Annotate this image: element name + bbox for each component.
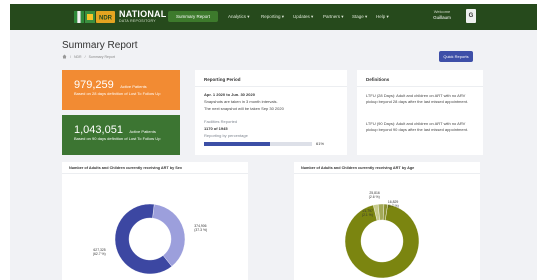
chevron-down-icon: ▾ bbox=[281, 14, 285, 19]
slice-percent-label: (62.7 %) bbox=[93, 252, 106, 256]
slice-percent-label: (2.6 %) bbox=[369, 195, 380, 199]
stat-description: Based on 90 days definition of Lost To F… bbox=[74, 136, 161, 141]
stat-card-ltfu-28: 979,259 Active Patients Based on 28 days… bbox=[62, 70, 180, 110]
top-navbar: NDR NATIONAL DATA REPOSITORY Summary Rep… bbox=[10, 4, 537, 30]
brand-title: NATIONAL bbox=[119, 9, 167, 20]
chevron-down-icon: ▾ bbox=[311, 14, 314, 19]
reporting-progress-bar bbox=[204, 142, 312, 146]
chart-card-age: Number of Adults and Children currently … bbox=[294, 162, 480, 280]
card-title: Reporting Period bbox=[204, 77, 241, 82]
page: NDR NATIONAL DATA REPOSITORY Summary Rep… bbox=[10, 4, 537, 280]
chevron-down-icon: ▾ bbox=[365, 14, 368, 19]
avatar[interactable]: G bbox=[466, 9, 476, 23]
stat-card-ltfu-90: 1,043,051 Active Patients Based on 90 da… bbox=[62, 115, 180, 155]
breadcrumb-sep: / bbox=[84, 54, 86, 59]
nav-reporting[interactable]: Reporting ▾ bbox=[261, 11, 284, 22]
nav-summary-report[interactable]: Summary Report bbox=[168, 11, 218, 22]
breadcrumb-sep: / bbox=[70, 54, 71, 59]
ndr-logo-text: NDR bbox=[99, 16, 113, 22]
nav-analytics-label: Analytics bbox=[228, 14, 247, 19]
stat-label: Active Patients bbox=[120, 84, 147, 89]
user-name: Guillaum bbox=[433, 14, 451, 20]
nav-stage[interactable]: Stage ▾ bbox=[352, 11, 367, 22]
brand[interactable]: NDR NATIONAL DATA REPOSITORY bbox=[74, 9, 166, 25]
next-snapshot: The next snapshot will be taken Sep 30 2… bbox=[204, 106, 284, 111]
divider bbox=[357, 86, 483, 87]
reporting-progress-fill bbox=[204, 142, 270, 146]
breadcrumb-item[interactable]: NDR bbox=[74, 55, 82, 59]
nav-partners-label: Partners bbox=[323, 14, 341, 19]
definitions-card: Definitions LTFU (28 Days): Adult and ch… bbox=[357, 70, 483, 155]
flag-icon bbox=[85, 11, 95, 23]
facilities-value: 1170 of 1945 bbox=[204, 126, 228, 131]
chart-card-sex: Number of Adults and Children currently … bbox=[62, 162, 248, 280]
chevron-down-icon: ▾ bbox=[341, 14, 344, 19]
nav-partners[interactable]: Partners ▾ bbox=[323, 11, 344, 22]
definition-ltfu-28: LTFU (28 Days): Adult and children on AR… bbox=[366, 93, 469, 104]
slice-percent-label: (1.7 %) bbox=[388, 204, 399, 208]
stat-label: Active Patients bbox=[129, 129, 156, 134]
slice-percent-label: (37.3 %) bbox=[194, 228, 207, 232]
chevron-down-icon: ▾ bbox=[386, 14, 389, 19]
nav-updates-label: Updates bbox=[293, 14, 310, 19]
snapshot-note: Snapshots are taken in 3 month intervals… bbox=[204, 99, 278, 104]
user-menu[interactable]: Welcome Guillaum bbox=[424, 9, 460, 20]
card-title: Definitions bbox=[366, 77, 390, 82]
nav-reporting-label: Reporting bbox=[261, 14, 281, 19]
stat-number: 1,043,051 bbox=[74, 124, 123, 136]
reporting-bar-label: Reporting by percentage bbox=[204, 133, 248, 138]
nav-analytics[interactable]: Analytics ▾ bbox=[228, 11, 250, 22]
divider bbox=[195, 86, 347, 87]
flag-icon bbox=[74, 11, 84, 23]
page-title: Summary Report bbox=[62, 40, 138, 51]
quick-reports-button[interactable]: Quick Reports bbox=[439, 51, 473, 62]
facilities-label: Facilities Reported bbox=[204, 119, 238, 124]
reporting-period: Apr. 1 2020 to Jun. 30 2020 bbox=[204, 92, 255, 97]
donut-chart-sex: 374,906(37.3 %)627,325(62.7 %) bbox=[93, 203, 207, 275]
pie-slice[interactable] bbox=[152, 204, 186, 267]
nav-stage-label: Stage bbox=[352, 14, 364, 19]
brand-text: NATIONAL DATA REPOSITORY bbox=[119, 10, 166, 24]
ndr-logo-icon: NDR bbox=[96, 11, 115, 23]
brand-subtitle: DATA REPOSITORY bbox=[119, 19, 156, 24]
reporting-period-card: Reporting Period Apr. 1 2020 to Jun. 30 … bbox=[195, 70, 347, 155]
nav-updates[interactable]: Updates ▾ bbox=[293, 11, 313, 22]
donut-chart-age: 21,797(2.1 %)25,816(2.6 %)16,829(1.7 %)9… bbox=[344, 191, 420, 279]
breadcrumb-item: Summary Report bbox=[88, 54, 116, 59]
nav-help[interactable]: Help ▾ bbox=[376, 11, 389, 22]
stat-description: Based on 28 days definition of Lost To F… bbox=[74, 91, 161, 96]
home-icon[interactable] bbox=[62, 54, 67, 59]
slice-percent-label: (2.1 %) bbox=[362, 213, 373, 217]
definition-ltfu-90: LTFU (90 Days): Adult and children on AR… bbox=[366, 121, 469, 132]
nav-help-label: Help bbox=[376, 14, 386, 19]
reporting-percent: 61% bbox=[316, 141, 325, 146]
chevron-down-icon: ▾ bbox=[247, 14, 250, 19]
breadcrumb: / NDR / Summary Report bbox=[62, 54, 115, 59]
stat-number: 979,259 bbox=[74, 79, 114, 91]
